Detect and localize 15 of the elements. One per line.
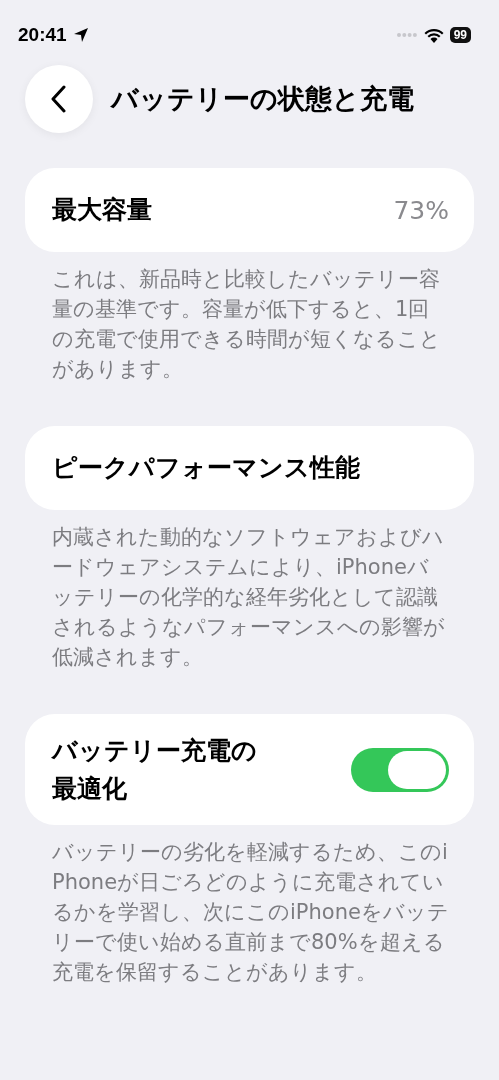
- wifi-icon: [423, 27, 444, 43]
- chevron-left-icon: [51, 85, 67, 113]
- battery-level: 99: [449, 27, 471, 43]
- toggle-switch[interactable]: [351, 747, 449, 792]
- setting-description: これは、新品時と比較したバッテリー容量の基準です。容量が低下すると、1回の充電で使用できる時間が短くなることがあります。: [51, 266, 442, 383]
- capacity-value: 73%: [393, 195, 449, 225]
- setting-label: 最大容量: [52, 194, 152, 226]
- signal-icon: [395, 32, 418, 38]
- setting-label: ピークパフォーマンス性能: [52, 452, 360, 484]
- location-arrow-icon: [72, 27, 89, 43]
- page-title: バッテリーの状態と充電: [111, 82, 414, 116]
- setting-description: 内蔵された動的なソフトウェアおよびハードウェアシステムにより、iPhoneバッテリーの化学的な経年劣化として認識されるようなパフォーマンスへの影響が低減されます。: [51, 524, 446, 671]
- setting-label: バッテリー充電の最適化: [52, 734, 258, 805]
- status-time: 20:41: [18, 24, 67, 46]
- setting-description: バッテリーの劣化を軽減するため、このiPhoneが日ごろどのように充電されているかを学習し、次にこのiPhoneをバッテリーで使い始める直前まで80%を超える充電を保留することがあります。: [51, 839, 450, 986]
